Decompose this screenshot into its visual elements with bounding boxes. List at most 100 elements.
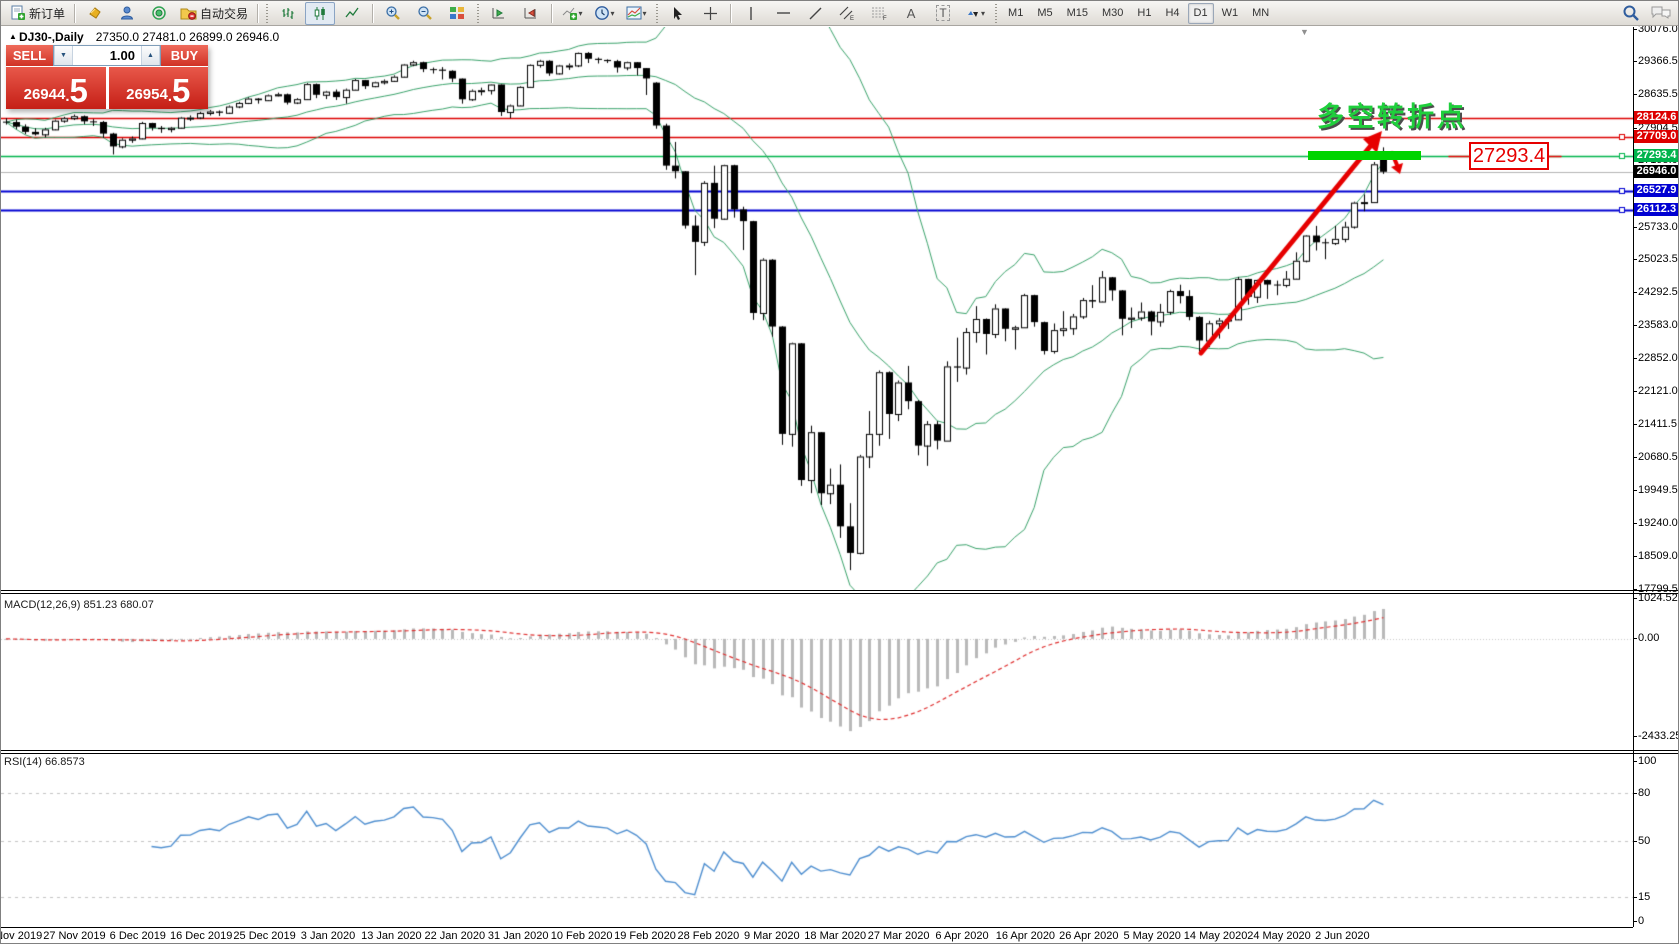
price-axis-tick-mark	[1633, 490, 1637, 491]
sell-price[interactable]: 26944. 5	[6, 67, 106, 109]
tab-timeframe-w1[interactable]: W1	[1216, 3, 1245, 24]
buy-price[interactable]: 26954. 5	[108, 67, 208, 109]
price-tag-label[interactable]: 27293.4	[1469, 142, 1549, 170]
buy-button[interactable]: BUY	[161, 45, 208, 66]
periods-caret-icon: ▾	[610, 8, 615, 18]
price-axis-tick: 24292.5	[1638, 286, 1678, 298]
horizontal-line-button[interactable]	[768, 2, 798, 25]
tab-timeframe-d1[interactable]: D1	[1187, 2, 1214, 24]
price-axis	[1633, 27, 1634, 927]
chart-shift-icon	[524, 7, 537, 18]
trendline-button[interactable]	[800, 2, 830, 25]
price-level-label: 26527.9	[1634, 184, 1678, 197]
panel-separator	[1, 593, 1678, 594]
date-axis-label: 14 May 2020	[1183, 930, 1248, 942]
macd-panel-canvas[interactable]	[1, 594, 1633, 750]
date-axis-label: 16 Dec 2019	[169, 930, 233, 942]
toolbar-right-group	[1622, 4, 1672, 22]
price-axis-tick-mark	[1633, 457, 1637, 458]
sell-price-big: 5	[69, 72, 88, 109]
tab-timeframe-h1[interactable]: H1	[1131, 3, 1157, 24]
bar-chart-button[interactable]	[273, 2, 303, 25]
auto-scroll-icon	[492, 7, 505, 18]
buy-price-main: 26954	[126, 86, 168, 103]
navigator-button[interactable]	[112, 2, 142, 25]
crosshair-icon	[703, 6, 717, 20]
auto-trading-button[interactable]: 自动交易	[176, 2, 252, 25]
tab-timeframe-h4[interactable]: H4	[1159, 3, 1185, 24]
ohlc-values: 27350.0 27481.0 26899.0 26946.0	[95, 30, 280, 44]
tab-timeframe-m15[interactable]: M15	[1061, 3, 1094, 24]
market-watch-button[interactable]	[80, 2, 110, 25]
price-axis-tick: 22852.0	[1638, 352, 1678, 364]
chart-shift-button[interactable]	[516, 2, 546, 25]
panel-collapse-icon[interactable]: ▲	[9, 32, 17, 41]
macd-label: MACD(12,26,9) 851.23 680.07	[4, 599, 154, 611]
equidistant-channel-button[interactable]: E	[832, 2, 862, 25]
new-order-button[interactable]: 新订单	[6, 2, 69, 25]
highlight-bar[interactable]	[1308, 151, 1421, 160]
date-axis-label: 2 Jun 2020	[1315, 930, 1370, 942]
alerts-button[interactable]	[144, 2, 174, 25]
date-axis-label: 6 Dec 2019	[109, 930, 166, 942]
tab-timeframe-m5[interactable]: M5	[1031, 3, 1058, 24]
chart-shift-marker-icon[interactable]: ▼	[1300, 27, 1309, 37]
toolbar-separator	[74, 3, 76, 23]
rsi-label: RSI(14) 66.8573	[4, 756, 85, 768]
line-chart-button[interactable]	[337, 2, 367, 25]
bar-chart-icon	[282, 7, 294, 19]
price-level-label: 28124.6	[1634, 111, 1678, 124]
volume-up-button[interactable]: ▲	[141, 46, 160, 65]
price-axis-tick-mark	[1633, 128, 1637, 129]
text-label-button[interactable]: T	[928, 2, 958, 25]
price-axis-tick-mark	[1633, 61, 1637, 62]
sell-button[interactable]: SELL	[6, 45, 53, 66]
toolbar-separator	[730, 3, 732, 23]
volume-value[interactable]: 1.00	[73, 46, 141, 65]
price-axis-tick-mark	[1633, 227, 1637, 228]
arrows-button[interactable]: ▾	[960, 2, 990, 25]
vertical-line-button[interactable]	[736, 2, 766, 25]
crosshair-button[interactable]	[695, 2, 725, 25]
chat-icon[interactable]	[1650, 5, 1672, 21]
volume-down-button[interactable]: ▼	[54, 46, 73, 65]
templates-button[interactable]: ▾	[621, 2, 651, 25]
panel-separator[interactable]	[1, 590, 1678, 591]
tile-windows-button[interactable]	[442, 2, 472, 25]
alerts-icon	[152, 6, 166, 20]
panel-separator	[1, 753, 1678, 754]
price-axis-tick: 19240.0	[1638, 517, 1678, 529]
candlestick-chart-button[interactable]	[305, 1, 336, 25]
toolbar-grip	[655, 3, 660, 23]
market-watch-icon	[89, 7, 101, 19]
text-button[interactable]: A	[896, 2, 926, 25]
price-axis-tick: 28635.5	[1638, 88, 1678, 100]
toolbar-separator	[551, 3, 553, 23]
date-axis-label: 22 Jan 2020	[424, 930, 486, 942]
tab-timeframe-mn[interactable]: MN	[1246, 3, 1275, 24]
date-axis-label: 26 Apr 2020	[1059, 930, 1119, 942]
search-icon[interactable]	[1622, 4, 1640, 22]
auto-scroll-button[interactable]	[484, 2, 514, 25]
templates-icon	[626, 6, 642, 20]
horizontal-line-icon	[776, 12, 790, 14]
tab-timeframe-m30[interactable]: M30	[1096, 3, 1129, 24]
one-click-trading-panel: SELL ▼ 1.00 ▲ BUY 26944. 5 26954. 5	[6, 45, 208, 109]
indicators-button[interactable]: ▾	[557, 2, 587, 25]
rsi-panel-canvas[interactable]	[1, 753, 1633, 927]
zoom-out-button[interactable]	[410, 2, 440, 25]
new-order-label: 新订单	[29, 6, 66, 21]
fibonacci-button[interactable]: F	[864, 2, 894, 25]
arrows-icon	[968, 10, 979, 17]
annotation-text: 多空转折点	[1317, 102, 1467, 132]
svg-text:F: F	[883, 16, 887, 21]
periods-button[interactable]: ▾	[589, 2, 619, 25]
tab-timeframe-m1[interactable]: M1	[1002, 3, 1029, 24]
cursor-button[interactable]	[663, 2, 693, 25]
panel-separator[interactable]	[1, 750, 1678, 751]
macd-axis-tick: -2433.25	[1638, 730, 1679, 742]
new-order-icon	[11, 5, 25, 20]
indicators-icon	[562, 7, 577, 20]
mt4-window: 新订单 自动交易 ▾ ▾ ▾ E F A T ▾ M1 M5 M15 M30 H…	[0, 0, 1679, 944]
zoom-in-button[interactable]	[378, 2, 408, 25]
